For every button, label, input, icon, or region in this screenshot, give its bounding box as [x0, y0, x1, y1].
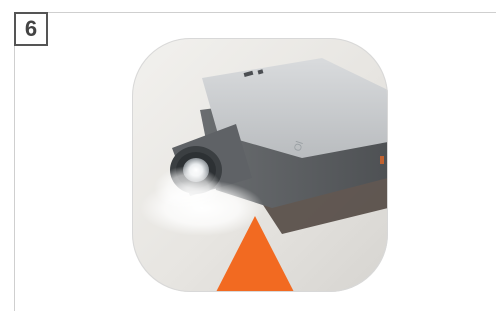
- left-divider: [14, 12, 15, 311]
- step-number-badge: 6: [14, 12, 48, 46]
- step-number: 6: [24, 16, 38, 41]
- flashlight-app-icon: Ol: [132, 38, 388, 292]
- top-divider: [14, 12, 496, 13]
- instruction-panel: 6 Ol: [0, 0, 496, 311]
